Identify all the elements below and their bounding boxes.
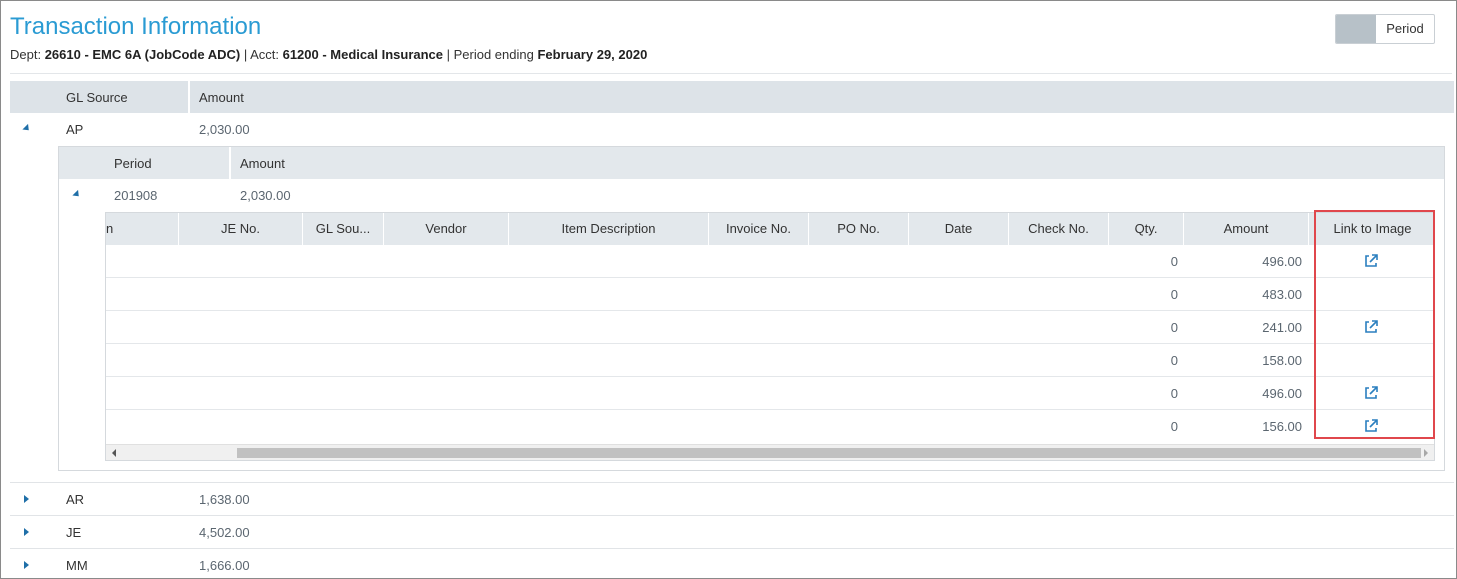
collapse-triangle-icon[interactable] (22, 123, 32, 134)
outer-row-ap[interactable]: AP 2,030.00 (10, 113, 1454, 146)
column-resize-handle[interactable] (229, 147, 231, 179)
amount-cell: 2,030.00 (199, 122, 250, 137)
column-header-qty[interactable]: Qty. (1109, 213, 1184, 245)
amount-cell: 2,030.00 (240, 188, 291, 203)
qty-cell: 0 (1170, 386, 1178, 401)
table-row[interactable]: 0 156.00 (106, 410, 1434, 443)
page-title: Transaction Information (10, 13, 262, 40)
amount-cell: 156.00 (1262, 419, 1302, 434)
table-row[interactable]: 0 496.00 (106, 377, 1434, 410)
outer-grid-header: GL Source Amount (10, 81, 1454, 113)
scroll-right-icon[interactable] (1424, 449, 1428, 457)
ap-detail-panel: Period Amount 201908 2,030.00 n JE No. G… (58, 146, 1445, 471)
amount-cell: 496.00 (1262, 254, 1302, 269)
gl-source-cell: AP (66, 122, 84, 137)
amount-cell: 158.00 (1262, 353, 1302, 368)
period-label: | Period ending (443, 47, 538, 62)
toggle-knob[interactable] (1336, 15, 1376, 43)
gl-source-cell: JE (66, 525, 82, 540)
dept-value: 26610 - EMC 6A (JobCode ADC) (44, 47, 241, 62)
divider (10, 73, 1452, 74)
expand-triangle-icon[interactable] (24, 561, 29, 569)
external-link-icon[interactable] (1363, 319, 1379, 335)
context-line: Dept: 26610 - EMC 6A (JobCode ADC) | Acc… (10, 47, 647, 62)
acct-label: | Acct: (240, 47, 283, 62)
column-header-invoice-no[interactable]: Invoice No. (709, 213, 809, 245)
horizontal-scrollbar[interactable] (106, 444, 1434, 460)
period-grid-header: Period Amount (59, 147, 1444, 179)
external-link-icon[interactable] (1363, 385, 1379, 401)
detail-grid-header: n JE No. GL Sou... Vendor Item Descripti… (106, 213, 1434, 245)
column-header-gl-source[interactable]: GL Source (66, 90, 128, 105)
toggle-label: Period (1386, 21, 1424, 36)
external-link-icon[interactable] (1363, 418, 1379, 434)
column-header-date[interactable]: Date (909, 213, 1009, 245)
qty-cell: 0 (1170, 287, 1178, 302)
column-header-link-to-image[interactable]: Link to Image (1309, 213, 1434, 245)
external-link-icon[interactable] (1363, 253, 1379, 269)
column-header-vendor[interactable]: Vendor (384, 213, 509, 245)
collapse-triangle-icon[interactable] (72, 189, 82, 200)
period-cell: 201908 (114, 188, 158, 203)
qty-cell: 0 (1170, 320, 1178, 335)
column-header-je-no[interactable]: JE No. (179, 213, 303, 245)
expand-triangle-icon[interactable] (24, 495, 29, 503)
scroll-left-icon[interactable] (112, 449, 116, 457)
amount-cell: 241.00 (1262, 320, 1302, 335)
column-resize-handle[interactable] (188, 81, 190, 113)
period-value: February 29, 2020 (537, 47, 648, 62)
table-row[interactable]: 0 496.00 (106, 245, 1434, 278)
column-header-amount[interactable]: Amount (199, 90, 244, 105)
qty-cell: 0 (1170, 254, 1178, 269)
amount-cell: 1,638.00 (199, 492, 250, 507)
table-row[interactable]: 0 483.00 (106, 278, 1434, 311)
period-toggle[interactable]: Period (1335, 14, 1435, 44)
column-header-partial[interactable]: n (106, 213, 179, 245)
expand-triangle-icon[interactable] (24, 528, 29, 536)
gl-source-cell: AR (66, 492, 85, 507)
column-header-item-description[interactable]: Item Description (509, 213, 709, 245)
dept-label: Dept: (10, 47, 45, 62)
table-row[interactable]: 0 241.00 (106, 311, 1434, 344)
amount-cell: 1,666.00 (199, 558, 250, 573)
column-header-amount[interactable]: Amount (1184, 213, 1309, 245)
column-header-check-no[interactable]: Check No. (1009, 213, 1109, 245)
column-header-period[interactable]: Period (114, 156, 152, 171)
outer-row-je[interactable]: JE 4,502.00 (10, 515, 1454, 548)
acct-value: 61200 - Medical Insurance (282, 47, 444, 62)
amount-cell: 4,502.00 (199, 525, 250, 540)
scrollbar-thumb[interactable] (237, 448, 1421, 458)
outer-row-mm[interactable]: MM 1,666.00 (10, 548, 1454, 578)
column-header-po-no[interactable]: PO No. (809, 213, 909, 245)
column-header-amount[interactable]: Amount (240, 156, 285, 171)
transaction-window: Transaction Information Dept: 26610 - EM… (0, 0, 1457, 579)
amount-cell: 483.00 (1262, 287, 1302, 302)
period-row-201908[interactable]: 201908 2,030.00 (59, 179, 1444, 212)
column-header-gl-source[interactable]: GL Sou... (303, 213, 384, 245)
amount-cell: 496.00 (1262, 386, 1302, 401)
table-row[interactable]: 0 158.00 (106, 344, 1434, 377)
gl-source-cell: MM (66, 558, 88, 573)
outer-row-ar[interactable]: AR 1,638.00 (10, 482, 1454, 515)
transaction-detail-grid: n JE No. GL Sou... Vendor Item Descripti… (105, 212, 1435, 461)
qty-cell: 0 (1170, 419, 1178, 434)
qty-cell: 0 (1170, 353, 1178, 368)
